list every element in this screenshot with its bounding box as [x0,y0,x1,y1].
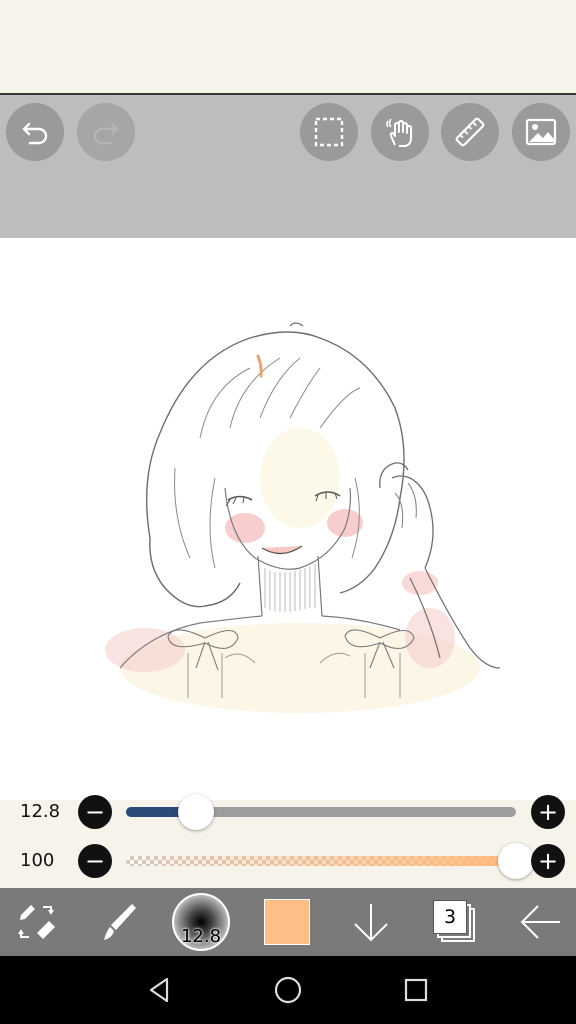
tool-switch-button[interactable] [6,888,66,956]
selection-icon [314,117,344,147]
plus-icon: + [537,847,559,875]
brush-tool-button[interactable] [88,888,148,956]
pen-eraser-swap-icon [18,905,55,939]
ruler-button[interactable] [441,103,499,161]
android-nav-bar [0,956,576,1024]
brush-size-decrease-button[interactable]: − [78,795,112,829]
nav-home-button[interactable] [248,956,328,1024]
triangle-back-icon [149,977,169,1003]
selection-button[interactable] [300,103,358,161]
nav-back-button[interactable] [120,956,200,1024]
layer-count: 3 [433,900,467,934]
brush-preview-button[interactable]: 12.8 [170,888,232,956]
opacity-value: 100 [20,850,55,871]
hand-tool-button[interactable] [371,103,429,161]
ruler-icon [455,117,485,147]
drawing-canvas[interactable] [0,238,576,800]
image-icon [525,118,557,146]
bottom-toolbar: 12.8 3 [0,888,576,956]
opacity-fill [126,856,516,866]
opacity-increase-button[interactable]: + [531,844,565,878]
opacity-decrease-button[interactable]: − [78,844,112,878]
top-toolbar [0,95,576,238]
back-button[interactable] [510,888,570,956]
transfer-down-button[interactable] [344,888,398,956]
brush-preview-size: 12.8 [180,926,222,947]
arrow-down-icon [354,904,388,942]
circle-home-icon [274,976,302,1004]
brush-preview: 12.8 [172,893,230,951]
minus-icon: − [84,798,106,826]
square-recents-icon [404,978,428,1002]
undo-icon [22,122,48,145]
brush-size-row: 12.8 − + [0,788,576,836]
brush-size-thumb[interactable] [178,794,215,830]
hand-icon [386,118,412,147]
brush-size-value: 12.8 [20,801,61,822]
layers-button[interactable]: 3 [428,888,482,956]
plus-icon: + [537,798,559,826]
current-color-swatch [264,899,310,945]
nav-recents-button[interactable] [376,956,456,1024]
layers-icon: 3 [433,900,477,944]
redo-icon [93,122,119,145]
image-button[interactable] [512,103,570,161]
opacity-row: 100 − + [0,837,576,885]
undo-button[interactable] [6,103,64,161]
redo-button[interactable] [77,103,135,161]
top-blank-area [0,0,576,95]
artwork [105,322,501,713]
opacity-thumb[interactable] [498,843,534,879]
slider-panel: 12.8 − + 100 − + [0,788,576,888]
brush-size-increase-button[interactable]: + [531,795,565,829]
color-button[interactable] [260,888,314,956]
arrow-left-icon [520,905,560,939]
brush-icon [104,904,136,940]
opacity-slider[interactable] [126,856,516,866]
minus-icon: − [84,847,106,875]
